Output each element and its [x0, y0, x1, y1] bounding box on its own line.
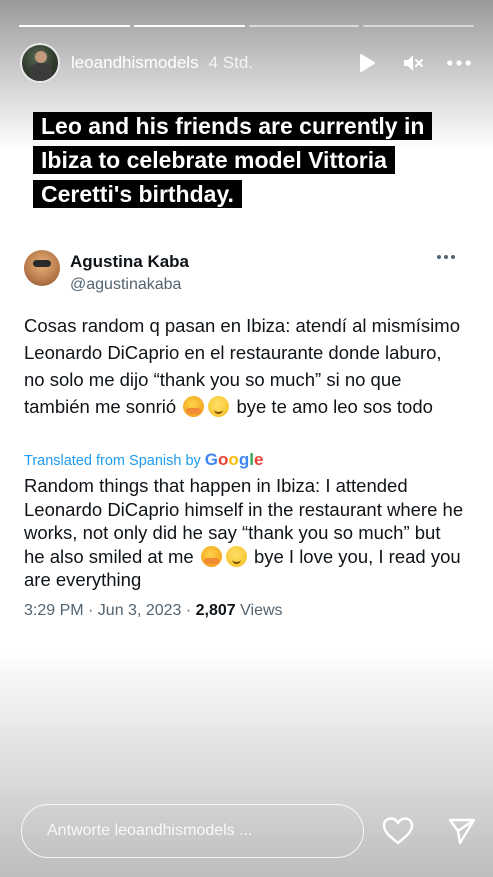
smiling-face-emoji-icon: [225, 545, 247, 567]
avatar[interactable]: [20, 43, 60, 83]
caption-line: Ceretti's birthday.: [33, 180, 242, 208]
reply-input[interactable]: [47, 822, 347, 840]
more-icon[interactable]: [447, 51, 471, 75]
story-caption: Leo and his friends are currently in Ibi…: [33, 109, 473, 211]
username[interactable]: leoandhismodels: [71, 53, 199, 73]
smiling-face-emoji-icon: [208, 396, 230, 417]
tweet-author-handle: @agustinakaba: [70, 276, 182, 293]
progress-segment: [133, 25, 245, 27]
google-logo: Google: [204, 450, 264, 469]
post-time: 4 Std.: [208, 53, 254, 72]
progress-segment: [248, 25, 360, 27]
tweet-avatar: [24, 250, 60, 286]
tweet-views-label: Views: [235, 602, 283, 619]
story-viewer[interactable]: leoandhismodels 4 Std. Leo and his frien…: [0, 0, 493, 877]
tweet-text: Cosas random q pasan en Ibiza: atendí al…: [24, 312, 462, 420]
translation-attribution: Translated from Spanish by Google: [24, 450, 263, 470]
hugging-face-emoji-icon: [200, 545, 222, 567]
tweet-timestamp: 3:29 PM · Jun 3, 2023 ·: [24, 602, 196, 619]
reply-field[interactable]: [21, 804, 364, 858]
story-header: leoandhismodels 4 Std.: [20, 43, 471, 83]
play-icon[interactable]: [355, 51, 379, 75]
bottom-actions: [380, 813, 480, 849]
tweet-more-icon: [437, 252, 457, 262]
tweet-text-part: bye te amo leo sos todo: [231, 396, 433, 417]
tweet-translation: Random things that happen in Ibiza: I at…: [24, 474, 464, 592]
caption-line: Ibiza to celebrate model Vittoria: [33, 146, 395, 174]
mute-icon[interactable]: [401, 51, 425, 75]
tweet-author-name: Agustina Kaba: [70, 252, 190, 271]
progress-segment: [363, 25, 474, 27]
hugging-face-emoji-icon: [183, 396, 205, 417]
tweet-views-count: 2,807: [195, 602, 236, 619]
story-progress: [19, 25, 474, 28]
header-actions: [355, 51, 471, 75]
tweet-meta: 3:29 PM · Jun 3, 2023 · 2,807 Views: [24, 602, 283, 620]
translation-label: Translated from Spanish by: [24, 453, 205, 469]
tweet-card: Agustina Kaba @agustinakaba Cosas random…: [11, 236, 471, 636]
progress-segment: [19, 25, 130, 27]
heart-icon[interactable]: [380, 813, 416, 849]
caption-line: Leo and his friends are currently in: [33, 112, 433, 140]
send-icon[interactable]: [444, 813, 480, 849]
